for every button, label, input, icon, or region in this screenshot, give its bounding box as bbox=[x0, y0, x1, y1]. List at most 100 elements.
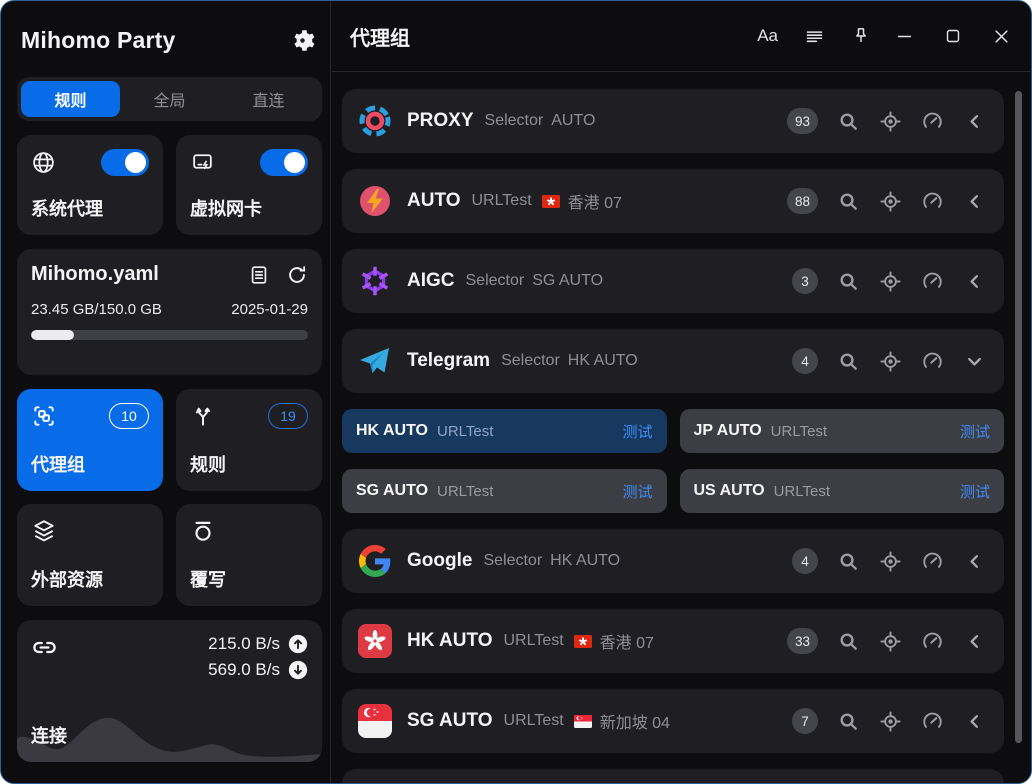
speedtest-icon[interactable] bbox=[921, 190, 944, 213]
node-type: URLTest bbox=[437, 423, 493, 440]
virtual-nic-toggle[interactable] bbox=[260, 149, 308, 176]
auto-bolt-icon bbox=[358, 184, 392, 218]
telegram-icon bbox=[358, 344, 392, 378]
group-name: Google bbox=[407, 550, 472, 572]
tab-direct-mode[interactable]: 直连 bbox=[219, 81, 318, 117]
layers-icon bbox=[31, 518, 57, 544]
chevron-left-icon[interactable] bbox=[963, 270, 986, 293]
refresh-icon[interactable] bbox=[286, 264, 308, 286]
pin-icon[interactable] bbox=[851, 26, 871, 46]
test-delay-button[interactable]: 测试 bbox=[622, 481, 652, 502]
proxy-group-row-partial[interactable] bbox=[342, 769, 1004, 783]
virtual-nic-icon bbox=[190, 150, 215, 175]
proxy-group-row[interactable]: HK AUTO URLTest 香港 07 33 bbox=[342, 609, 1004, 673]
node-item-us-auto[interactable]: US AUTO URLTest 测试 bbox=[680, 469, 1005, 513]
proxy-groups-label: 代理组 bbox=[31, 451, 149, 477]
node-name: JP AUTO bbox=[694, 422, 762, 440]
rules-count-badge: 19 bbox=[268, 403, 308, 429]
maximize-button[interactable] bbox=[946, 29, 960, 43]
proxy-group-row[interactable]: SG AUTO URLTest 新加坡 04 7 bbox=[342, 689, 1004, 753]
locate-icon[interactable] bbox=[879, 710, 902, 733]
chevron-left-icon[interactable] bbox=[963, 110, 986, 133]
test-delay-button[interactable]: 测试 bbox=[622, 421, 652, 442]
chevron-left-icon[interactable] bbox=[963, 190, 986, 213]
group-type: Selector bbox=[501, 352, 560, 370]
node-item-sg-auto[interactable]: SG AUTO URLTest 测试 bbox=[342, 469, 667, 513]
group-name: Telegram bbox=[407, 350, 490, 372]
speedtest-icon[interactable] bbox=[921, 270, 944, 293]
group-type: Selector bbox=[483, 552, 542, 570]
locate-icon[interactable] bbox=[879, 110, 902, 133]
tab-rule-mode[interactable]: 规则 bbox=[21, 81, 120, 117]
system-proxy-card[interactable]: 系统代理 bbox=[17, 135, 163, 235]
hk-flag-icon bbox=[542, 195, 560, 208]
sidebar: Mihomo Party 规则 全局 直连 系统代理 bbox=[1, 1, 331, 783]
proxy-group-row-expanded[interactable]: Telegram Selector HK AUTO 4 bbox=[342, 329, 1004, 393]
search-icon[interactable] bbox=[837, 270, 860, 293]
speedtest-icon[interactable] bbox=[921, 710, 944, 733]
chevron-left-icon[interactable] bbox=[963, 630, 986, 653]
virtual-nic-card[interactable]: 虚拟网卡 bbox=[176, 135, 322, 235]
node-item-jp-auto[interactable]: JP AUTO URLTest 测试 bbox=[680, 409, 1005, 453]
locate-icon[interactable] bbox=[879, 630, 902, 653]
group-current-node: 香港 07 bbox=[568, 189, 622, 213]
speedtest-icon[interactable] bbox=[921, 110, 944, 133]
locate-icon[interactable] bbox=[879, 190, 902, 213]
group-name: SG AUTO bbox=[407, 710, 493, 732]
node-item-hk-auto[interactable]: HK AUTO URLTest 测试 bbox=[342, 409, 667, 453]
test-delay-button[interactable]: 测试 bbox=[960, 421, 990, 442]
chevron-left-icon[interactable] bbox=[963, 710, 986, 733]
group-current-node: SG AUTO bbox=[532, 272, 603, 290]
hk-flag-icon bbox=[358, 624, 392, 658]
search-icon[interactable] bbox=[837, 190, 860, 213]
tab-global-mode[interactable]: 全局 bbox=[120, 81, 219, 117]
group-current-node: 新加坡 04 bbox=[600, 709, 670, 733]
edit-file-icon[interactable] bbox=[248, 264, 270, 286]
sidebar-item-resources[interactable]: 外部资源 bbox=[17, 504, 163, 606]
page-title: 代理组 bbox=[350, 22, 757, 51]
proxy-logo-icon bbox=[358, 104, 392, 138]
app-title: Mihomo Party bbox=[21, 27, 175, 54]
sidebar-item-proxy-groups[interactable]: 10 代理组 bbox=[17, 389, 163, 491]
font-size-button[interactable]: Aa bbox=[757, 26, 778, 46]
search-icon[interactable] bbox=[837, 350, 860, 373]
search-icon[interactable] bbox=[837, 710, 860, 733]
proxy-groups-count-badge: 10 bbox=[109, 403, 149, 429]
minimize-button[interactable] bbox=[897, 29, 912, 44]
virtual-nic-label: 虚拟网卡 bbox=[190, 195, 308, 221]
proxy-group-row[interactable]: PROXY Selector AUTO 93 bbox=[342, 89, 1004, 153]
group-type: URLTest bbox=[471, 192, 531, 210]
proxy-group-row[interactable]: Google Selector HK AUTO 4 bbox=[342, 529, 1004, 593]
group-current-node: HK AUTO bbox=[550, 552, 620, 570]
locate-icon[interactable] bbox=[879, 350, 902, 373]
openai-icon bbox=[358, 264, 392, 298]
close-button[interactable] bbox=[994, 29, 1009, 44]
locate-icon[interactable] bbox=[879, 270, 902, 293]
connections-card[interactable]: 215.0 B/s 569.0 B/s 连接 bbox=[17, 620, 322, 762]
scrollbar-thumb[interactable] bbox=[1015, 91, 1022, 743]
proxy-group-list: PROXY Selector AUTO 93 AUTO URLTest 香港 0… bbox=[332, 73, 1031, 783]
download-speed: 569.0 B/s bbox=[208, 660, 280, 680]
test-delay-button[interactable]: 测试 bbox=[960, 481, 990, 502]
speedtest-icon[interactable] bbox=[921, 350, 944, 373]
settings-gear-icon[interactable] bbox=[289, 27, 316, 54]
proxy-group-row[interactable]: AIGC Selector SG AUTO 3 bbox=[342, 249, 1004, 313]
node-name: SG AUTO bbox=[356, 482, 428, 500]
sidebar-item-override[interactable]: 覆写 bbox=[176, 504, 322, 606]
search-icon[interactable] bbox=[837, 110, 860, 133]
telegram-node-grid: HK AUTO URLTest 测试 JP AUTO URLTest 测试 SG… bbox=[342, 409, 1004, 513]
text-lines-icon[interactable] bbox=[804, 26, 825, 47]
locate-icon[interactable] bbox=[879, 550, 902, 573]
group-name: AUTO bbox=[407, 190, 460, 212]
speedtest-icon[interactable] bbox=[921, 630, 944, 653]
profile-card[interactable]: Mihomo.yaml 23.45 GB/150.0 GB 2025-01-29 bbox=[17, 249, 322, 375]
speedtest-icon[interactable] bbox=[921, 550, 944, 573]
chevron-left-icon[interactable] bbox=[963, 550, 986, 573]
sidebar-item-rules[interactable]: 19 规则 bbox=[176, 389, 322, 491]
system-proxy-toggle[interactable] bbox=[101, 149, 149, 176]
chevron-down-icon[interactable] bbox=[963, 350, 986, 373]
search-icon[interactable] bbox=[837, 630, 860, 653]
proxy-group-row[interactable]: AUTO URLTest 香港 07 88 bbox=[342, 169, 1004, 233]
download-icon bbox=[288, 660, 308, 680]
search-icon[interactable] bbox=[837, 550, 860, 573]
